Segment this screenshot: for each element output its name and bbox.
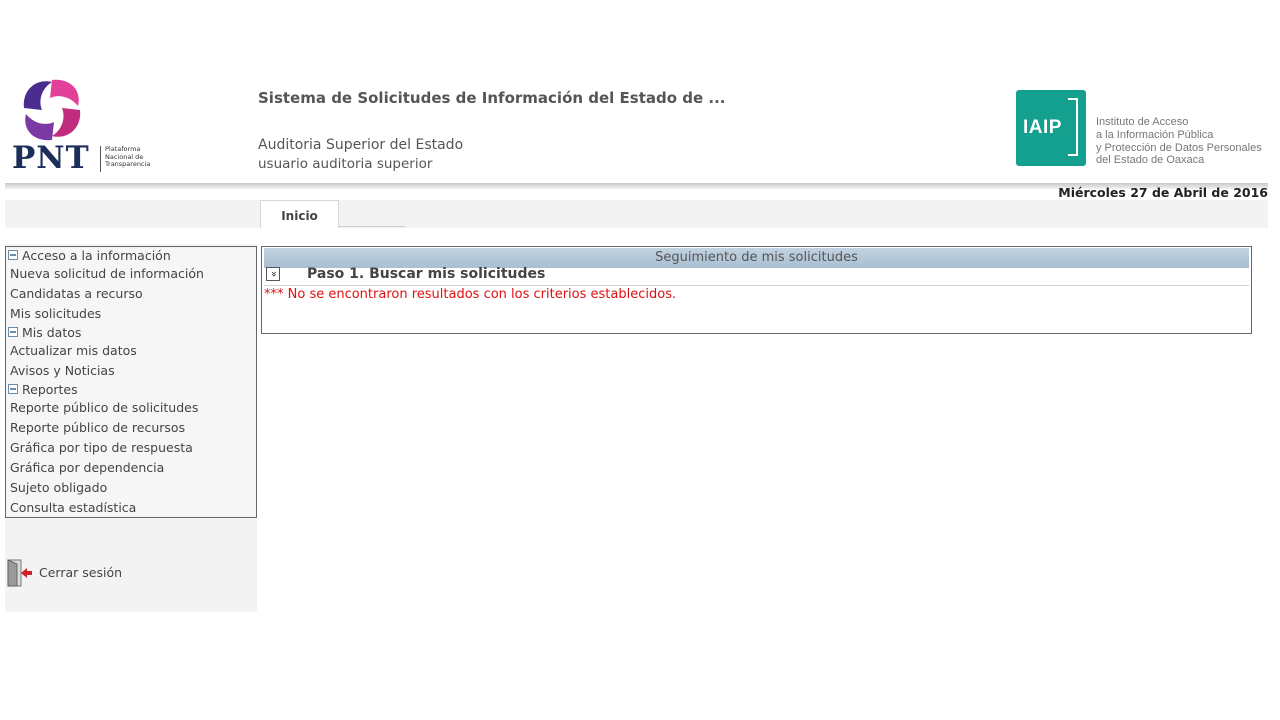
app-title: Sistema de Solicitudes de Información de… bbox=[258, 89, 726, 107]
sidebar-section-reportes[interactable]: Reportes bbox=[6, 382, 256, 399]
collapse-box-icon[interactable] bbox=[8, 384, 18, 394]
sidebar-item-avisos-noticias[interactable]: Avisos y Noticias bbox=[6, 362, 256, 382]
sidebar-section-label: Reportes bbox=[22, 382, 78, 397]
collapse-chevron-icon[interactable]: » bbox=[266, 267, 280, 281]
tab-inicio[interactable]: Inicio bbox=[260, 200, 339, 228]
sidebar-item-sujeto-obligado[interactable]: Sujeto obligado bbox=[6, 479, 256, 499]
pnt-logo-mark-icon bbox=[23, 79, 81, 141]
sidebar-item-nueva-solicitud[interactable]: Nueva solicitud de información bbox=[6, 265, 256, 285]
sidebar-item-mis-solicitudes[interactable]: Mis solicitudes bbox=[6, 305, 256, 325]
no-results-message: *** No se encontraron resultados con los… bbox=[264, 287, 677, 302]
tab-bar: Inicio bbox=[5, 200, 1268, 228]
sidebar-item-grafica-dependencia[interactable]: Gráfica por dependencia bbox=[6, 459, 256, 479]
iaip-description: Instituto de Acceso a la Información Púb… bbox=[1096, 116, 1262, 167]
sidebar-section-label: Mis datos bbox=[22, 325, 82, 340]
tab-bar-line bbox=[339, 226, 405, 227]
sidebar-section-acceso[interactable]: Acceso a la información bbox=[6, 248, 256, 265]
step-title: Paso 1. Buscar mis solicitudes bbox=[307, 266, 546, 282]
pnt-logo: PNT Plataforma Nacional de Transparencia bbox=[10, 76, 160, 176]
sidebar-item-reporte-recursos[interactable]: Reporte público de recursos bbox=[6, 419, 256, 439]
pnt-wordmark: PNT bbox=[12, 140, 90, 176]
iaip-logo: IAIP bbox=[1016, 90, 1086, 166]
collapse-box-icon[interactable] bbox=[8, 327, 18, 337]
sidebar-section-mis-datos[interactable]: Mis datos bbox=[6, 325, 256, 342]
organization-name: Auditoria Superior del Estado bbox=[258, 137, 464, 153]
sidebar-item-actualizar-datos[interactable]: Actualizar mis datos bbox=[6, 342, 256, 362]
collapse-box-icon[interactable] bbox=[8, 250, 18, 260]
step-header: » Paso 1. Buscar mis solicitudes bbox=[264, 266, 1249, 286]
iaip-frame-icon bbox=[1068, 98, 1078, 156]
sidebar-menu: Acceso a la información Nueva solicitud … bbox=[5, 246, 257, 518]
sidebar-section-label: Acceso a la información bbox=[22, 248, 171, 263]
panel-title: Seguimiento de mis solicitudes bbox=[264, 248, 1249, 268]
pnt-tagline: Plataforma Nacional de Transparencia bbox=[105, 145, 151, 168]
sidebar-item-candidatas-recurso[interactable]: Candidatas a recurso bbox=[6, 285, 256, 305]
current-date: Miércoles 27 de Abril de 2016 bbox=[1058, 185, 1268, 200]
sidebar-item-consulta-estadistica[interactable]: Consulta estadística bbox=[6, 499, 256, 519]
logout-label[interactable]: Cerrar sesión bbox=[39, 565, 122, 580]
iaip-wordmark: IAIP bbox=[1023, 117, 1062, 138]
sidebar-item-grafica-respuesta[interactable]: Gráfica por tipo de respuesta bbox=[6, 439, 256, 459]
sidebar-item-reporte-solicitudes[interactable]: Reporte público de solicitudes bbox=[6, 399, 256, 419]
pnt-divider bbox=[100, 146, 101, 172]
solicitudes-panel: Seguimiento de mis solicitudes » Paso 1.… bbox=[261, 246, 1252, 334]
user-name: usuario auditoria superior bbox=[258, 156, 433, 172]
exit-door-icon[interactable] bbox=[7, 559, 33, 587]
